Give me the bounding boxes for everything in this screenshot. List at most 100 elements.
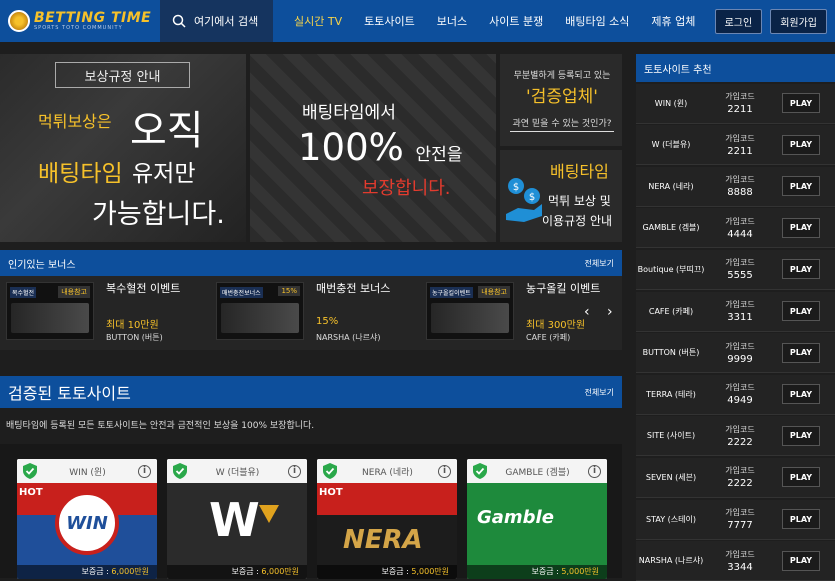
svg-text:$: $ [529,192,535,203]
play-button[interactable]: PLAY [782,134,820,155]
verified-shield-icon [23,463,37,479]
bonus-card[interactable]: 매번충전보너스 15% 매번충전 보너스 15% NARSHA (나르샤) [216,282,406,342]
search-box[interactable]: 여기에서 검색 [160,0,273,42]
deposit-amount: 6,000만원 [261,567,299,576]
code-label: 가입코드 [725,133,755,143]
site-name[interactable]: Boutique (부띠끄) [636,264,706,275]
banner1-line1a: 먹튀보상은 [38,112,112,131]
nav-partners[interactable]: 제휴 업체 [640,13,706,29]
bonus-brand: CAFE (카페) [526,333,571,342]
site-card-header: W (더블유) i [167,459,307,483]
banner3-line3: 과연 믿을 수 있는 것인가? [510,116,614,132]
signup-button[interactable]: 회원가입 [770,8,827,34]
bonus-title-text: 매번충전 보너스 [316,282,391,295]
site-logo[interactable]: BETTING TIME SPORTS TOTO COMMUNITY [0,0,160,42]
site-name[interactable]: STAY (스테이) [636,514,706,525]
thumb-image [11,303,89,333]
carousel-prev-button[interactable]: ‹ [584,304,590,320]
site-card-name: W (더블유) [215,467,260,478]
code-label: 가입코드 [725,383,755,393]
site-card[interactable]: NERA (네라) i HOT NERA 보증금 : 5,000만원 [317,459,457,579]
banner-compensation[interactable]: 보상규정 안내 먹튀보상은 오직 배팅타임 유저만 가능합니다. [0,54,246,242]
play-button[interactable]: PLAY [782,467,820,488]
bonus-brand: BUTTON (버튼) [106,333,163,342]
site-name[interactable]: BUTTON (버튼) [636,347,706,358]
site-name[interactable]: GAMBLE (겜블) [636,222,706,233]
site-name[interactable]: CAFE (카페) [636,306,706,317]
info-icon[interactable]: i [588,464,601,478]
bonus-thumbnail: 복수혈전 내용참고 [6,282,94,340]
play-button[interactable]: PLAY [782,509,820,530]
nav-site-dispute[interactable]: 사이트 분쟁 [478,13,554,29]
banner1-line2a: 배팅타임 [38,161,123,187]
bonus-amount: 최대 300만원 [526,320,586,331]
site-card[interactable]: W (더블유) i W 보증금 : 6,000만원 [167,459,307,579]
verified-shield-icon [323,463,337,479]
site-name[interactable]: NARSHA (나르샤) [636,555,706,566]
deposit-caption: 보증금 : [531,567,559,576]
deposit-label: 보증금 : 5,000만원 [467,565,607,579]
thumb-badge: 15% [278,286,300,296]
info-icon[interactable]: i [137,464,151,478]
banner1-line2b: 유저만 [132,161,196,187]
banner4-line2: 먹튀 보상 및 [548,194,611,208]
site-logo-text: NERA [343,525,423,555]
list-item: WIN (윈) 가입코드 2211 PLAY [636,83,835,124]
hot-badge: HOT [19,487,43,498]
play-button[interactable]: PLAY [782,342,820,363]
nav-news[interactable]: 배팅타임 소식 [554,13,640,29]
list-item: NERA (네라) 가입코드 8888 PLAY [636,166,835,207]
popular-bonus-section: 인기있는 보너스 전체보기 복수혈전 내용참고 복수혈전 이벤트 최대 10만원 … [0,250,622,350]
site-card[interactable]: GAMBLE (겜블) i Gamble 보증금 : 5,000만원 [467,459,607,579]
site-card-name: NERA (네라) [362,467,413,478]
site-name[interactable]: NERA (네라) [636,181,706,192]
list-item: CAFE (카페) 가입코드 3311 PLAY [636,291,835,332]
site-name[interactable]: WIN (윈) [636,98,706,109]
play-button[interactable]: PLAY [782,550,820,571]
play-button[interactable]: PLAY [782,259,820,280]
login-button[interactable]: 로그인 [714,8,763,34]
banner-safety[interactable]: 배팅타임에서 100% 안전을 보장합니다. [250,54,496,242]
sidebar-title: 토토사이트 추천 [636,54,835,82]
recommended-sidebar: 토토사이트 추천 WIN (윈) 가입코드 2211 PLAY W (더블유) 가입코드… [636,54,835,581]
code-value: 4444 [727,228,753,240]
list-item: BUTTON (버튼) 가입코드 9999 PLAY [636,333,835,374]
verified-view-all-link[interactable]: 전체보기 [585,387,614,398]
bonus-title: 인기있는 보너스 [8,259,76,271]
deposit-amount: 5,000만원 [561,567,599,576]
play-button[interactable]: PLAY [782,301,820,322]
banner-verified-question[interactable]: 무분별하게 등록되고 있는 '검증업체' 과연 믿을 수 있는 것인가? [500,54,622,146]
bonus-card[interactable]: 농구올킬이벤트 내용참고 농구올킬 이벤트 최대 300만원 CAFE (카페) [426,282,606,342]
sidebar-list: WIN (윈) 가입코드 2211 PLAY W (더블유) 가입코드 2211 PLAY … [636,83,835,581]
code-value: 7777 [727,520,753,532]
code-label: 가입코드 [725,549,755,559]
play-button[interactable]: PLAY [782,217,820,238]
info-icon[interactable]: i [437,464,451,478]
bonus-card[interactable]: 복수혈전 내용참고 복수혈전 이벤트 최대 10만원 BUTTON (버튼) [6,282,196,342]
play-button[interactable]: PLAY [782,93,820,114]
play-button[interactable]: PLAY [782,176,820,197]
play-button[interactable]: PLAY [782,425,820,446]
nav-live-tv[interactable]: 실시간 TV [283,13,353,29]
deposit-amount: 6,000만원 [111,567,149,576]
carousel-next-button[interactable]: › [607,304,613,320]
banner2-line2b: 안전을 [415,145,463,165]
site-name[interactable]: SITE (사이트) [636,430,706,441]
banner3-line2: '검증업체' [526,87,598,107]
code-label: 가입코드 [725,466,755,476]
site-name[interactable]: TERRA (테라) [636,389,706,400]
banner-area: 보상규정 안내 먹튀보상은 오직 배팅타임 유저만 가능합니다. 배팅타임에서 … [0,54,622,244]
list-item: Boutique (부띠끄) 가입코드 5555 PLAY [636,249,835,290]
site-name[interactable]: W (더블유) [636,139,706,150]
site-name[interactable]: SEVEN (세븐) [636,472,706,483]
bonus-view-all-link[interactable]: 전체보기 [585,258,614,269]
play-button[interactable]: PLAY [782,384,820,405]
banner-rules[interactable]: $ $ 배팅타임 먹튀 보상 및 이용규정 안내 [500,150,622,242]
nav-toto-sites[interactable]: 토토사이트 [353,13,426,29]
site-card-header: WIN (윈) i [17,459,157,483]
info-icon[interactable]: i [288,464,301,478]
thumb-badge: 내용참고 [58,286,90,298]
site-card[interactable]: WIN (윈) i HOT WIN 보증금 : 6,000만원 [17,459,157,579]
nav-bonus[interactable]: 보너스 [426,13,478,29]
thumb-label: 농구올킬이벤트 [430,287,473,298]
